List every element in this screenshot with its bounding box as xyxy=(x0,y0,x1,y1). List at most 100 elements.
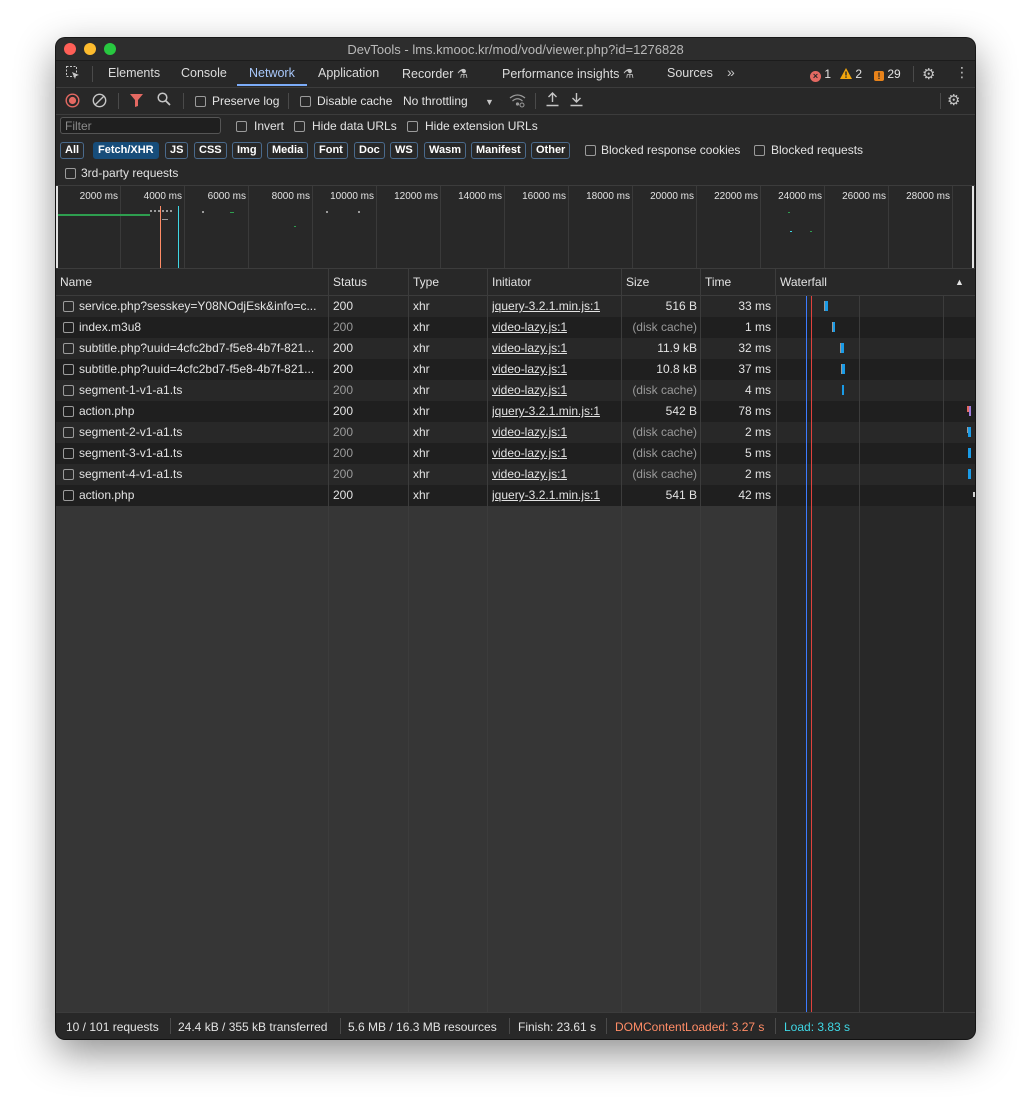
type-filter-fetch-xhr[interactable]: Fetch/XHR xyxy=(93,142,159,159)
hide-extension-urls-checkbox[interactable] xyxy=(407,121,418,132)
hide-extension-urls-label: Hide extension URLs xyxy=(425,119,538,133)
third-party-checkbox[interactable] xyxy=(65,168,76,179)
overview-tick: 20000 ms xyxy=(650,191,694,202)
inspect-element-icon[interactable] xyxy=(65,65,81,84)
network-conditions-icon[interactable] xyxy=(509,93,526,111)
column-header-waterfall[interactable]: Waterfall xyxy=(780,275,827,289)
type-filter-js[interactable]: JS xyxy=(165,142,189,159)
request-initiator-link[interactable]: video-lazy.js:1 xyxy=(492,383,567,397)
table-row[interactable]: segment-4-v1-a1.ts 200 xhr video-lazy.js… xyxy=(56,464,776,485)
filter-input[interactable]: Filter xyxy=(60,117,221,134)
overview-window-handle-right[interactable] xyxy=(972,186,974,268)
request-initiator-link[interactable]: video-lazy.js:1 xyxy=(492,467,567,481)
blocked-cookies-checkbox[interactable] xyxy=(585,145,596,156)
stop-recording-button[interactable] xyxy=(65,93,80,111)
type-filter-media[interactable]: Media xyxy=(267,142,309,159)
overview-tick: 4000 ms xyxy=(143,191,182,202)
throttling-select[interactable]: No throttling ▼ xyxy=(403,94,494,108)
table-row[interactable]: segment-2-v1-a1.ts 200 xhr video-lazy.js… xyxy=(56,422,776,443)
column-header-initiator[interactable]: Initiator xyxy=(492,275,531,289)
disable-cache-checkbox[interactable] xyxy=(300,96,311,107)
request-type-icon xyxy=(63,364,74,375)
table-row[interactable]: segment-3-v1-a1.ts 200 xhr video-lazy.js… xyxy=(56,443,776,464)
more-options-icon[interactable]: ⋮ xyxy=(955,64,969,81)
type-filter-css[interactable]: CSS xyxy=(194,142,227,159)
import-har-button[interactable] xyxy=(546,92,559,110)
error-badge[interactable]: × 1 xyxy=(810,67,831,82)
overview-tick: 16000 ms xyxy=(522,191,566,202)
column-header-time[interactable]: Time xyxy=(705,275,731,289)
type-filter-all[interactable]: All xyxy=(60,142,85,159)
invert-checkbox[interactable] xyxy=(236,121,247,132)
overview-request-dots xyxy=(358,211,360,213)
type-filter-wasm[interactable]: Wasm xyxy=(424,142,466,159)
request-type-icon xyxy=(63,301,74,312)
tab-recorder[interactable]: Recorder ⚗ xyxy=(402,66,468,81)
export-har-button[interactable] xyxy=(570,92,583,110)
overview-request-dots xyxy=(788,212,790,213)
waterfall-load-line xyxy=(811,296,812,1012)
preserve-log-checkbox[interactable] xyxy=(195,96,206,107)
table-row[interactable]: action.php 200 xhr jquery-3.2.1.min.js:1… xyxy=(56,485,776,506)
request-initiator-link[interactable]: video-lazy.js:1 xyxy=(492,425,567,439)
overview-tick: 18000 ms xyxy=(586,191,630,202)
column-header-type[interactable]: Type xyxy=(413,275,439,289)
tab-elements[interactable]: Elements xyxy=(108,66,160,80)
hide-data-urls-checkbox[interactable] xyxy=(294,121,305,132)
request-name: subtitle.php?uuid=4cfc2bd7-f5e8-4b7f-821… xyxy=(79,341,315,355)
table-row[interactable]: index.m3u8 200 xhr video-lazy.js:1 (disk… xyxy=(56,317,776,338)
type-filter-manifest[interactable]: Manifest xyxy=(471,142,526,159)
request-initiator-link[interactable]: video-lazy.js:1 xyxy=(492,446,567,460)
clear-button[interactable] xyxy=(92,93,107,111)
request-initiator-link[interactable]: jquery-3.2.1.min.js:1 xyxy=(492,488,600,502)
preserve-log-label: Preserve log xyxy=(212,94,280,108)
settings-gear-icon[interactable]: ⚙ xyxy=(922,65,935,83)
tab-sources[interactable]: Sources xyxy=(667,66,713,80)
waterfall-column[interactable] xyxy=(776,296,975,1012)
issues-badge[interactable]: ! 29 xyxy=(874,67,901,81)
table-row[interactable]: service.php?sesskey=Y08NOdjEsk&info=c...… xyxy=(56,296,776,317)
third-party-label: 3rd-party requests xyxy=(81,166,179,180)
request-initiator-link[interactable]: video-lazy.js:1 xyxy=(492,341,567,355)
search-icon[interactable] xyxy=(157,92,171,109)
request-name: segment-2-v1-a1.ts xyxy=(79,425,183,439)
network-settings-gear-icon[interactable]: ⚙ xyxy=(947,91,960,109)
request-count: 10 / 101 requests xyxy=(66,1020,159,1034)
type-filter-font[interactable]: Font xyxy=(314,142,348,159)
warning-count: 2 xyxy=(855,67,863,81)
request-size: (disk cache) xyxy=(632,446,697,460)
filter-toggle-button[interactable] xyxy=(130,94,143,110)
tab-performance-insights-label: Performance insights xyxy=(502,67,620,81)
type-filter-img[interactable]: Img xyxy=(232,142,262,159)
column-header-status[interactable]: Status xyxy=(333,275,367,289)
more-tabs-icon[interactable]: » xyxy=(727,64,735,80)
request-initiator-link[interactable]: video-lazy.js:1 xyxy=(492,320,567,334)
tab-network[interactable]: Network xyxy=(249,66,295,80)
type-filter-other[interactable]: Other xyxy=(531,142,571,159)
tab-console[interactable]: Console xyxy=(181,66,227,80)
tab-performance-insights[interactable]: Performance insights ⚗ xyxy=(502,66,634,81)
request-time: 78 ms xyxy=(738,404,771,418)
request-initiator-link[interactable]: jquery-3.2.1.min.js:1 xyxy=(492,299,600,313)
column-header-size[interactable]: Size xyxy=(626,275,649,289)
request-status: 200 xyxy=(333,383,354,397)
table-row[interactable]: subtitle.php?uuid=4cfc2bd7-f5e8-4b7f-821… xyxy=(56,359,776,380)
table-row[interactable]: action.php 200 xhr jquery-3.2.1.min.js:1… xyxy=(56,401,776,422)
type-filter-ws[interactable]: WS xyxy=(390,142,418,159)
tab-application[interactable]: Application xyxy=(318,66,379,80)
overview-window-handle-left[interactable] xyxy=(56,186,58,268)
blocked-requests-checkbox[interactable] xyxy=(754,145,765,156)
overview-tick: 10000 ms xyxy=(330,191,374,202)
table-row[interactable]: subtitle.php?uuid=4cfc2bd7-f5e8-4b7f-821… xyxy=(56,338,776,359)
column-header-name[interactable]: Name xyxy=(60,275,92,289)
request-size: (disk cache) xyxy=(632,383,697,397)
warning-badge[interactable]: 2 xyxy=(840,67,862,81)
type-filter-doc[interactable]: Doc xyxy=(354,142,385,159)
network-overview[interactable]: 2000 ms 4000 ms 6000 ms 8000 ms 10000 ms… xyxy=(56,186,975,269)
request-type-icon xyxy=(63,448,74,459)
request-initiator-link[interactable]: jquery-3.2.1.min.js:1 xyxy=(492,404,600,418)
request-initiator-link[interactable]: video-lazy.js:1 xyxy=(492,362,567,376)
request-name: action.php xyxy=(79,488,135,502)
table-row[interactable]: segment-1-v1-a1.ts 200 xhr video-lazy.js… xyxy=(56,380,776,401)
request-type-icon xyxy=(63,427,74,438)
